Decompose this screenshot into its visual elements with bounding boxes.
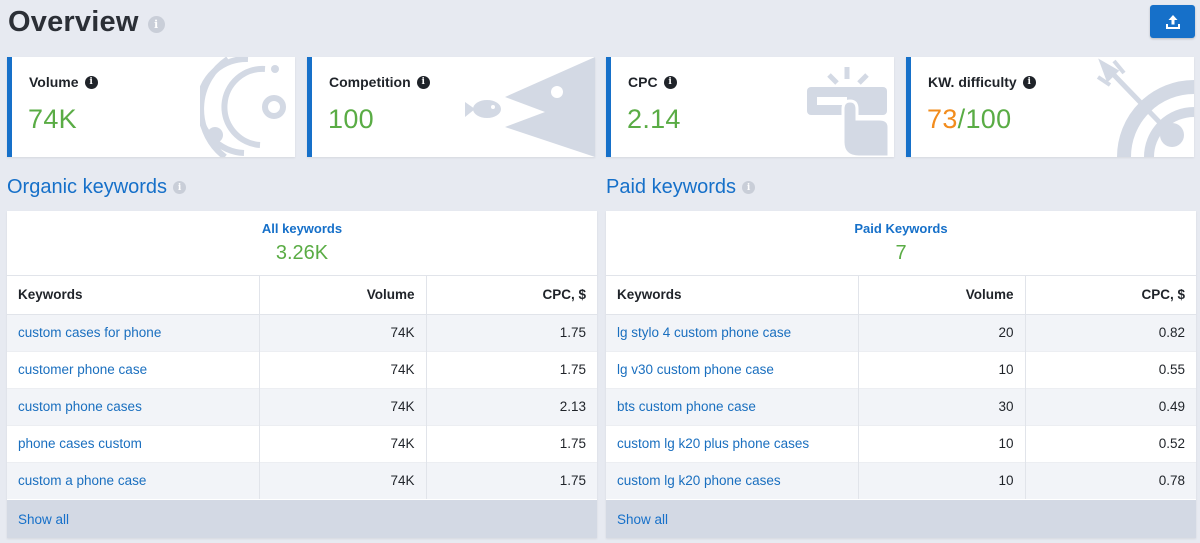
cpc-cell: 2.13 bbox=[425, 387, 597, 425]
organic-summary: All keywords 3.26K bbox=[7, 211, 597, 276]
cpc-cell: 1.75 bbox=[425, 313, 597, 351]
card-label: Competition i bbox=[329, 74, 430, 90]
volume-cell: 74K bbox=[258, 313, 426, 351]
volume-cell: 20 bbox=[857, 313, 1025, 351]
volume-column-header[interactable]: Volume bbox=[258, 276, 426, 315]
table-row: bts custom phone case 30 0.49 bbox=[606, 387, 1196, 425]
cpc-cell: 0.55 bbox=[1024, 350, 1196, 388]
info-icon[interactable]: i bbox=[1022, 75, 1036, 89]
keywords-column-header[interactable]: Keywords bbox=[606, 276, 858, 315]
dart-target-icon bbox=[1096, 58, 1194, 157]
cpc-cell: 0.52 bbox=[1024, 424, 1196, 462]
table-row: customer phone case 74K 1.75 bbox=[7, 350, 597, 388]
volume-cell: 74K bbox=[258, 424, 426, 462]
kw-difficulty-card: KW. difficulty i 73/100 bbox=[906, 57, 1194, 157]
table-row: custom a phone case 74K 1.75 bbox=[7, 461, 597, 499]
keyword-link[interactable]: custom phone cases bbox=[18, 399, 142, 414]
cpc-cell: 1.75 bbox=[425, 350, 597, 388]
card-value: 2.14 bbox=[627, 104, 681, 134]
cpc-card: CPC i 2.14 bbox=[606, 57, 894, 157]
keyword-link[interactable]: custom lg k20 plus phone cases bbox=[617, 436, 809, 451]
volume-cell: 74K bbox=[258, 461, 426, 499]
table-header: Keywords Volume CPC, $ bbox=[606, 276, 1196, 315]
cpc-cell: 0.82 bbox=[1024, 313, 1196, 351]
keyword-link[interactable]: lg stylo 4 custom phone case bbox=[617, 325, 791, 340]
target-circles-icon bbox=[200, 57, 286, 157]
card-value: 73/100 bbox=[927, 104, 1012, 134]
volume-card: Volume i 74K bbox=[7, 57, 295, 157]
table-row: custom cases for phone 74K 1.75 bbox=[7, 313, 597, 351]
paid-keywords-panel: Paid Keywords 7 Keywords Volume CPC, $ l… bbox=[606, 211, 1196, 538]
paid-keywords-count: 7 bbox=[895, 242, 907, 264]
cpc-column-header[interactable]: CPC, $ bbox=[1024, 276, 1196, 315]
table-row: phone cases custom 74K 1.75 bbox=[7, 424, 597, 462]
organic-keywords-panel: All keywords 3.26K Keywords Volume CPC, … bbox=[7, 211, 597, 538]
cpc-cell: 0.49 bbox=[1024, 387, 1196, 425]
paid-show-all-button[interactable]: Show all bbox=[606, 500, 1196, 538]
cpc-column-header[interactable]: CPC, $ bbox=[425, 276, 597, 315]
volume-cell: 74K bbox=[258, 350, 426, 388]
cpc-cell: 0.78 bbox=[1024, 461, 1196, 499]
page-header: Overview i bbox=[8, 4, 165, 40]
competition-card: Competition i 100 bbox=[307, 57, 595, 157]
paid-section-title: Paid keywords i bbox=[606, 176, 756, 199]
table-row: lg stylo 4 custom phone case 20 0.82 bbox=[606, 313, 1196, 351]
organic-show-all-button[interactable]: Show all bbox=[7, 500, 597, 538]
cpc-cell: 1.75 bbox=[425, 424, 597, 462]
hand-click-icon bbox=[807, 67, 891, 157]
organic-keywords-table: Keywords Volume CPC, $ custom cases for … bbox=[7, 276, 597, 499]
table-header: Keywords Volume CPC, $ bbox=[7, 276, 597, 315]
keyword-link[interactable]: custom cases for phone bbox=[18, 325, 161, 340]
organic-section-title: Organic keywords i bbox=[7, 176, 187, 199]
table-row: custom lg k20 plus phone cases 10 0.52 bbox=[606, 424, 1196, 462]
card-label: Volume i bbox=[29, 74, 98, 90]
paid-keywords-link[interactable]: Paid Keywords bbox=[606, 211, 1196, 236]
paid-keywords-table: Keywords Volume CPC, $ lg stylo 4 custom… bbox=[606, 276, 1196, 499]
paid-summary: Paid Keywords 7 bbox=[606, 211, 1196, 276]
info-icon[interactable]: i bbox=[147, 15, 165, 33]
volume-cell: 30 bbox=[857, 387, 1025, 425]
volume-cell: 10 bbox=[857, 350, 1025, 388]
card-value: 74K bbox=[28, 104, 77, 134]
info-icon[interactable]: i bbox=[742, 181, 756, 194]
keyword-link[interactable]: custom a phone case bbox=[18, 473, 146, 488]
keyword-link[interactable]: phone cases custom bbox=[18, 436, 142, 451]
info-icon[interactable]: i bbox=[416, 75, 430, 89]
table-row: custom phone cases 74K 2.13 bbox=[7, 387, 597, 425]
keyword-link[interactable]: lg v30 custom phone case bbox=[617, 362, 774, 377]
info-icon[interactable]: i bbox=[173, 181, 187, 194]
volume-cell: 10 bbox=[857, 461, 1025, 499]
volume-cell: 10 bbox=[857, 424, 1025, 462]
card-label: KW. difficulty i bbox=[928, 74, 1036, 90]
card-label: CPC i bbox=[628, 74, 677, 90]
page-title: Overview bbox=[8, 5, 139, 38]
table-row: custom lg k20 phone cases 10 0.78 bbox=[606, 461, 1196, 499]
info-icon[interactable]: i bbox=[84, 75, 98, 89]
keyword-link[interactable]: customer phone case bbox=[18, 362, 147, 377]
all-keywords-count: 3.26K bbox=[275, 242, 329, 264]
volume-cell: 74K bbox=[258, 387, 426, 425]
keyword-link[interactable]: custom lg k20 phone cases bbox=[617, 473, 781, 488]
volume-column-header[interactable]: Volume bbox=[857, 276, 1025, 315]
info-icon[interactable]: i bbox=[663, 75, 677, 89]
table-row: lg v30 custom phone case 10 0.55 bbox=[606, 350, 1196, 388]
all-keywords-link[interactable]: All keywords bbox=[7, 211, 597, 236]
fish-icon bbox=[465, 57, 595, 157]
keywords-column-header[interactable]: Keywords bbox=[7, 276, 259, 315]
keyword-link[interactable]: bts custom phone case bbox=[617, 399, 756, 414]
upload-icon bbox=[1165, 14, 1180, 29]
export-button[interactable] bbox=[1150, 5, 1195, 38]
cpc-cell: 1.75 bbox=[425, 461, 597, 499]
card-value: 100 bbox=[328, 104, 374, 134]
